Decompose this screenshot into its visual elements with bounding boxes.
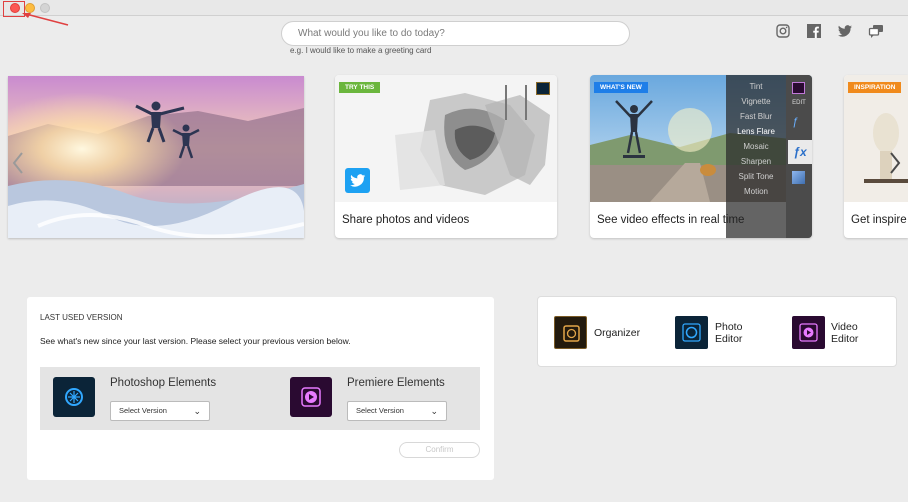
panel-description: See what's new since your last version. … [40, 336, 351, 346]
badge-try-this: TRY THIS [339, 82, 381, 93]
carousel-prev-button[interactable] [11, 150, 25, 180]
instagram-icon[interactable] [775, 23, 791, 39]
edit-label: EDIT [792, 100, 806, 106]
chevron-down-icon: ⌄ [430, 406, 438, 416]
card-caption: Get inspire [851, 214, 907, 226]
select-value: Select Version [356, 406, 404, 415]
card-caption: Share photos and videos [342, 214, 470, 226]
annotation-arrow [22, 13, 69, 26]
photo-editor-icon[interactable] [675, 316, 708, 349]
twitter-icon[interactable] [837, 23, 853, 39]
chat-icon[interactable] [868, 23, 884, 39]
video-editor-icon[interactable] [792, 316, 825, 349]
search-hint: e.g. I would like to make a greeting car… [290, 46, 432, 55]
chevron-down-icon: ⌄ [193, 406, 201, 416]
product-name-premiere: Premiere Elements [347, 377, 445, 389]
app-label-photo-editor[interactable]: Photo Editor [715, 321, 742, 345]
effect-motion[interactable]: Motion [726, 184, 786, 199]
carousel-next-button[interactable] [888, 150, 902, 180]
effect-mosaic[interactable]: Mosaic [726, 139, 786, 154]
version-selectors: Photoshop Elements Select Version ⌄ Prem… [40, 367, 480, 430]
carousel-card-video-effects[interactable]: Tint Vignette Fast Blur Lens Flare Mosai… [590, 75, 812, 238]
carousel-card-share[interactable]: TRY THIS Share photos and videos [335, 75, 557, 238]
card-caption: See video effects in real time [597, 214, 745, 226]
panel-heading: LAST USED VERSION [40, 313, 123, 322]
search-bar[interactable] [281, 21, 630, 46]
effect-lens-flare[interactable]: Lens Flare [726, 124, 786, 139]
photoshop-mini-icon [536, 82, 550, 95]
chevron-right-icon [890, 152, 901, 174]
window-titlebar [0, 0, 908, 16]
effect-split-tone[interactable]: Split Tone [726, 169, 786, 184]
color-icon[interactable] [792, 171, 805, 184]
premiere-version-select[interactable]: Select Version ⌄ [347, 401, 447, 421]
photoshop-elements-icon [53, 377, 95, 417]
fx-pen-icon[interactable]: ƒ [792, 116, 798, 128]
hero-banner[interactable] [8, 76, 304, 238]
chevron-left-icon [12, 152, 23, 174]
badge-whats-new: WHAT'S NEW [594, 82, 648, 93]
hero-image [8, 76, 304, 238]
premiere-mini-icon [792, 82, 805, 94]
last-used-version-panel: LAST USED VERSION See what's new since y… [27, 297, 494, 480]
effect-sharpen[interactable]: Sharpen [726, 154, 786, 169]
effects-toolbar: EDIT ƒ ƒx [786, 75, 812, 238]
apps-panel: Organizer Photo Editor Video Editor [537, 296, 897, 367]
confirm-button[interactable]: Confirm [399, 442, 480, 458]
app-label-organizer[interactable]: Organizer [594, 327, 640, 339]
search-input[interactable] [282, 22, 629, 45]
product-name-photoshop: Photoshop Elements [110, 377, 217, 389]
effects-list: Tint Vignette Fast Blur Lens Flare Mosai… [726, 79, 786, 199]
twitter-share-icon [345, 168, 370, 193]
premiere-elements-icon [290, 377, 332, 417]
select-value: Select Version [119, 406, 167, 415]
facebook-icon[interactable] [806, 23, 822, 39]
photoshop-version-select[interactable]: Select Version ⌄ [110, 401, 210, 421]
effect-fast-blur[interactable]: Fast Blur [726, 109, 786, 124]
fx-icon[interactable]: ƒx [788, 140, 812, 164]
effect-tint[interactable]: Tint [726, 79, 786, 94]
badge-inspiration: INSPIRATION [848, 82, 902, 93]
card-image [844, 75, 908, 202]
effect-vignette[interactable]: Vignette [726, 94, 786, 109]
app-label-video-editor[interactable]: Video Editor [831, 321, 858, 345]
organizer-icon[interactable] [554, 316, 587, 349]
